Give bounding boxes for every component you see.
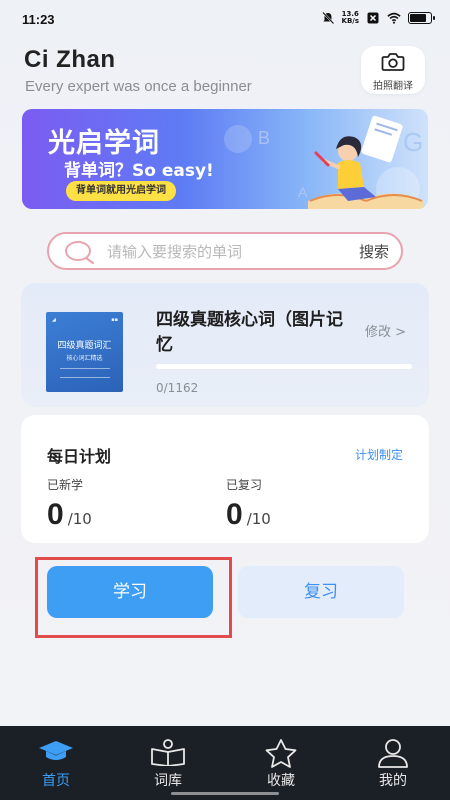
review-button[interactable]: 复习 <box>238 566 404 618</box>
current-book-card[interactable]: ◢ ▪▪ 四级真题词汇 核心词汇精选 四级真题核心词（图片记忆 修改 > 0/1… <box>21 283 429 407</box>
camera-icon <box>381 53 405 71</box>
photo-translate-label: 拍照翻译 <box>373 81 413 92</box>
svg-text:B: B <box>258 128 270 148</box>
search-bar[interactable]: 搜索 <box>47 232 403 270</box>
plan-title: 每日计划 <box>47 447 112 466</box>
learn-button[interactable]: 学习 <box>47 566 213 618</box>
nav-item-library[interactable]: 词库 <box>123 726 213 800</box>
nav-label-favorites: 收藏 <box>267 773 295 789</box>
nav-item-favorites[interactable]: 收藏 <box>236 726 326 800</box>
cover-subtitle: 核心词汇精选 <box>66 355 103 362</box>
book-reader-icon <box>151 739 185 766</box>
banner-tag: 背单词就用光启学词 <box>66 181 176 201</box>
cover-decoration <box>60 368 110 378</box>
plan-set-link[interactable]: 计划制定 <box>355 446 403 463</box>
cover-title: 四级真题词汇 <box>57 341 112 351</box>
progress-bar <box>156 364 412 369</box>
search-button[interactable]: 搜索 <box>359 241 389 262</box>
nav-item-home[interactable]: 首页 <box>11 726 101 800</box>
svg-text:A: A <box>298 184 308 200</box>
wifi-icon <box>387 12 401 24</box>
app-title: Ci Zhan <box>24 46 116 73</box>
user-icon <box>378 739 408 768</box>
battery-icon <box>408 12 435 24</box>
bottom-nav: 首页 词库 收藏 我的 <box>0 726 450 800</box>
learned-value-group: 0/10 <box>47 498 92 532</box>
mute-icon <box>321 11 334 25</box>
status-time: 11:23 <box>22 12 55 27</box>
nav-label-library: 词库 <box>154 773 182 789</box>
book-cover: ◢ ▪▪ 四级真题词汇 核心词汇精选 <box>46 312 123 392</box>
battery-fill <box>410 14 426 22</box>
daily-plan-card: 每日计划 计划制定 已新学 0/10 已复习 0/10 <box>21 415 429 543</box>
graduation-cap-icon <box>39 741 73 760</box>
status-bar: 11:23 13.6 KB/s <box>0 0 450 40</box>
star-icon <box>265 739 297 768</box>
banner-title: 光启学词 <box>48 128 160 159</box>
banner-illustration: B G A <box>224 115 424 209</box>
nav-item-profile[interactable]: 我的 <box>348 726 438 800</box>
cover-logo-icon: ◢ <box>52 317 56 323</box>
photo-translate-button[interactable]: 拍照翻译 <box>361 46 425 94</box>
search-icon <box>65 241 95 265</box>
status-icons: 13.6 KB/s <box>321 11 435 25</box>
progress-text: 0/1162 <box>156 381 199 395</box>
app-subtitle: Every expert was once a beginner <box>25 78 252 95</box>
nav-label-profile: 我的 <box>379 773 407 789</box>
cover-brand-mark: ▪▪ <box>111 317 118 323</box>
svg-text:G: G <box>403 127 423 157</box>
learned-total: /10 <box>67 510 92 528</box>
close-box-icon <box>367 12 379 24</box>
search-input[interactable] <box>107 241 327 263</box>
reviewed-value: 0 <box>226 498 243 531</box>
modify-book-link[interactable]: 修改 > <box>365 321 406 340</box>
home-indicator <box>171 792 279 795</box>
learned-label: 已新学 <box>47 478 84 492</box>
book-title: 四级真题核心词（图片记忆 <box>156 310 343 355</box>
learned-value: 0 <box>47 498 64 531</box>
reviewed-stat: 已复习 0/10 <box>226 476 271 531</box>
banner-slogan: 背单词？So easy! <box>64 161 214 181</box>
reviewed-label: 已复习 <box>226 478 263 492</box>
reviewed-total: /10 <box>246 510 271 528</box>
net-speed-unit: KB/s <box>341 17 359 25</box>
nav-label-home: 首页 <box>42 773 70 789</box>
promo-banner[interactable]: B G A 光启学词 背单词？So easy! 背单词就用光启学词 <box>22 109 428 209</box>
reviewed-value-group: 0/10 <box>226 498 271 532</box>
net-speed: 13.6 KB/s <box>342 11 359 25</box>
learned-stat: 已新学 0/10 <box>47 476 92 531</box>
